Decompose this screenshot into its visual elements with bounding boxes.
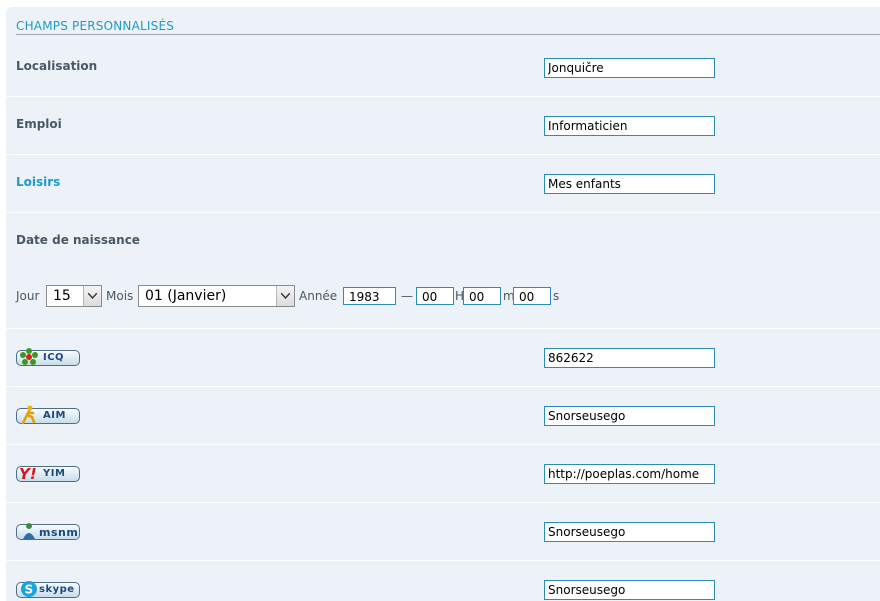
day-value: 15 [53,288,71,304]
aim-badge-text: AIM [43,410,66,421]
aim-badge: AIM [16,405,80,425]
profile-panel: CHAMPS PERSONNALISÉS Localisation Emploi… [6,7,880,601]
msnm-field[interactable] [544,522,715,542]
yim-badge: Y! YIM [16,465,80,483]
date-time-separator: — [401,289,413,303]
row-divider [6,96,880,97]
month-select[interactable]: 01 (Janvier) [138,285,295,307]
skype-icon: S [19,579,39,601]
month-label: Mois [106,289,134,303]
year-label: Année [299,289,338,303]
msnm-badge-text: msnm [39,526,79,539]
svg-text:S: S [25,583,34,597]
icq-badge-text: ICQ [43,352,65,363]
chevron-down-icon[interactable] [276,286,294,306]
yim-badge-text: YIM [43,468,66,479]
aim-field[interactable] [544,406,715,426]
msn-butterfly-icon [19,521,39,544]
icq-field[interactable] [544,348,715,368]
birthdate-label: Date de naissance [16,233,140,247]
skype-field[interactable] [544,580,715,600]
day-select[interactable]: 15 [46,285,102,307]
yim-field[interactable] [544,464,715,484]
section-divider [16,34,880,35]
location-field[interactable] [544,58,715,78]
job-field[interactable] [544,116,715,136]
job-label: Emploi [16,117,62,131]
hobbies-field[interactable] [544,174,715,194]
minute-field[interactable]: 00 [463,287,501,305]
skype-badge-text: skype [39,584,75,595]
icq-badge: ICQ [16,348,80,366]
day-label: Jour [16,289,40,303]
row-divider [6,386,880,387]
yahoo-icon: Y! [19,463,41,486]
hobbies-label[interactable]: Loisirs [16,175,60,189]
month-value: 01 (Janvier) [145,288,227,304]
chevron-down-icon[interactable] [83,286,101,306]
aim-runner-icon [19,405,39,428]
location-label: Localisation [16,59,98,73]
svg-text:Y!: Y! [19,465,37,483]
row-divider [6,212,880,213]
second-suffix: s [553,289,560,303]
row-divider [6,560,880,561]
section-title: CHAMPS PERSONNALISÉS [16,19,175,33]
hour-field[interactable]: 00 [416,287,454,305]
row-divider [6,502,880,503]
msnm-badge: msnm [16,523,80,540]
second-field[interactable]: 00 [513,287,551,305]
year-field[interactable]: 1983 [343,287,396,305]
icq-flower-icon [19,347,39,370]
row-divider [6,444,880,445]
row-divider [6,154,880,155]
skype-badge: S skype [16,579,80,601]
row-divider [6,328,880,329]
